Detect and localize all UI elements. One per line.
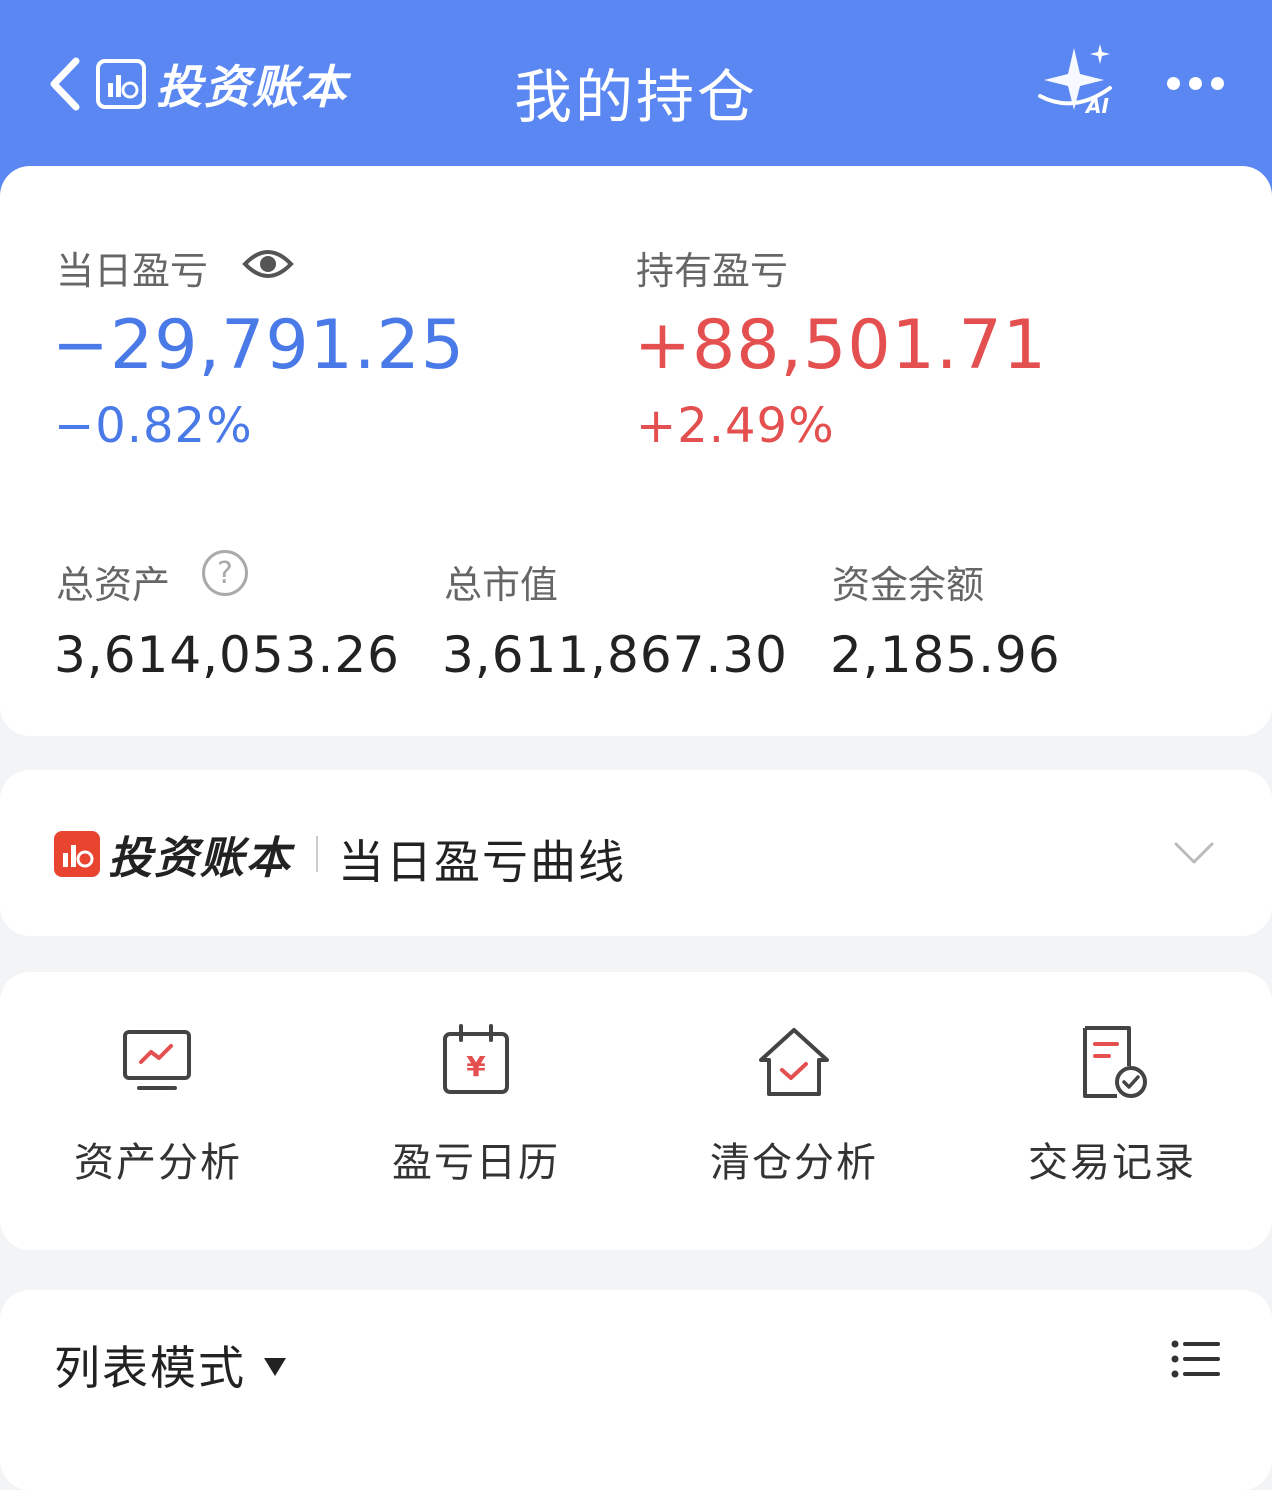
brand-logo-link[interactable]: 投资账本 xyxy=(96,54,348,114)
cash-balance-label: 资金余额 xyxy=(832,563,985,607)
tool-clearance-analysis[interactable]: 清仓分析 xyxy=(664,1022,924,1202)
daily-pl-value: −29,791.25 xyxy=(52,306,466,385)
curve-brand-name: 投资账本 xyxy=(108,833,292,884)
eye-icon[interactable] xyxy=(242,244,294,284)
more-menu-button[interactable] xyxy=(1160,60,1230,106)
divider xyxy=(316,836,318,872)
list-mode-dropdown[interactable]: 列表模式 xyxy=(54,1332,286,1398)
caret-down-icon xyxy=(264,1358,286,1376)
ai-assistant-button[interactable]: AI xyxy=(1034,40,1118,124)
list-mode-label: 列表模式 xyxy=(54,1341,246,1395)
ledger-logo-icon xyxy=(54,831,100,877)
tool-label: 盈亏日历 xyxy=(392,1140,560,1186)
back-button[interactable] xyxy=(40,54,90,114)
tool-label: 资产分析 xyxy=(74,1140,242,1186)
tool-trade-records[interactable]: 交易记录 xyxy=(982,1022,1242,1202)
holdings-list-section: 列表模式 xyxy=(0,1290,1272,1490)
calendar-yuan-icon: ¥ xyxy=(443,1024,509,1094)
brand-name: 投资账本 xyxy=(156,60,348,114)
tools-grid: 资产分析 ¥ 盈亏日历 清仓分析 交易记录 xyxy=(0,972,1272,1250)
holding-pl-label: 持有盈亏 xyxy=(636,249,789,293)
daily-pl-percent: −0.82% xyxy=(54,398,253,454)
daily-pl-curve-panel[interactable]: 投资账本 当日盈亏曲线 xyxy=(0,770,1272,936)
house-check-icon xyxy=(759,1028,829,1096)
list-view-icon[interactable] xyxy=(1170,1338,1220,1380)
portfolio-summary-card: 当日盈亏 −29,791.25 −0.82% 持有盈亏 +88,501.71 +… xyxy=(0,166,1272,736)
ledger-logo-icon xyxy=(96,59,146,109)
total-assets-value: 3,614,053.26 xyxy=(54,626,400,684)
cash-balance-value: 2,185.96 xyxy=(830,626,1061,684)
tool-asset-analysis[interactable]: 资产分析 xyxy=(28,1022,288,1202)
more-dot-icon xyxy=(1188,76,1202,90)
holding-pl-percent: +2.49% xyxy=(636,398,835,454)
market-value-label: 总市值 xyxy=(444,563,559,607)
chevron-left-icon xyxy=(50,57,80,111)
chevron-down-icon[interactable] xyxy=(1172,836,1216,868)
tool-label: 交易记录 xyxy=(1028,1140,1196,1186)
svg-text:¥: ¥ xyxy=(466,1050,486,1083)
help-icon[interactable]: ? xyxy=(202,550,248,596)
more-dot-icon xyxy=(1210,76,1224,90)
more-dot-icon xyxy=(1166,76,1180,90)
daily-pl-label: 当日盈亏 xyxy=(56,249,209,293)
total-assets-label: 总资产 xyxy=(56,563,171,607)
ai-label: AI xyxy=(1086,94,1109,118)
tool-pl-calendar[interactable]: ¥ 盈亏日历 xyxy=(346,1022,606,1202)
tool-label: 清仓分析 xyxy=(710,1140,878,1186)
market-value-value: 3,611,867.30 xyxy=(442,626,788,684)
curve-title: 当日盈亏曲线 xyxy=(338,835,626,889)
monitor-chart-icon xyxy=(123,1030,191,1090)
holding-pl-value: +88,501.71 xyxy=(634,306,1048,385)
curve-brand: 投资账本 xyxy=(54,828,292,884)
document-check-icon xyxy=(1083,1026,1147,1098)
